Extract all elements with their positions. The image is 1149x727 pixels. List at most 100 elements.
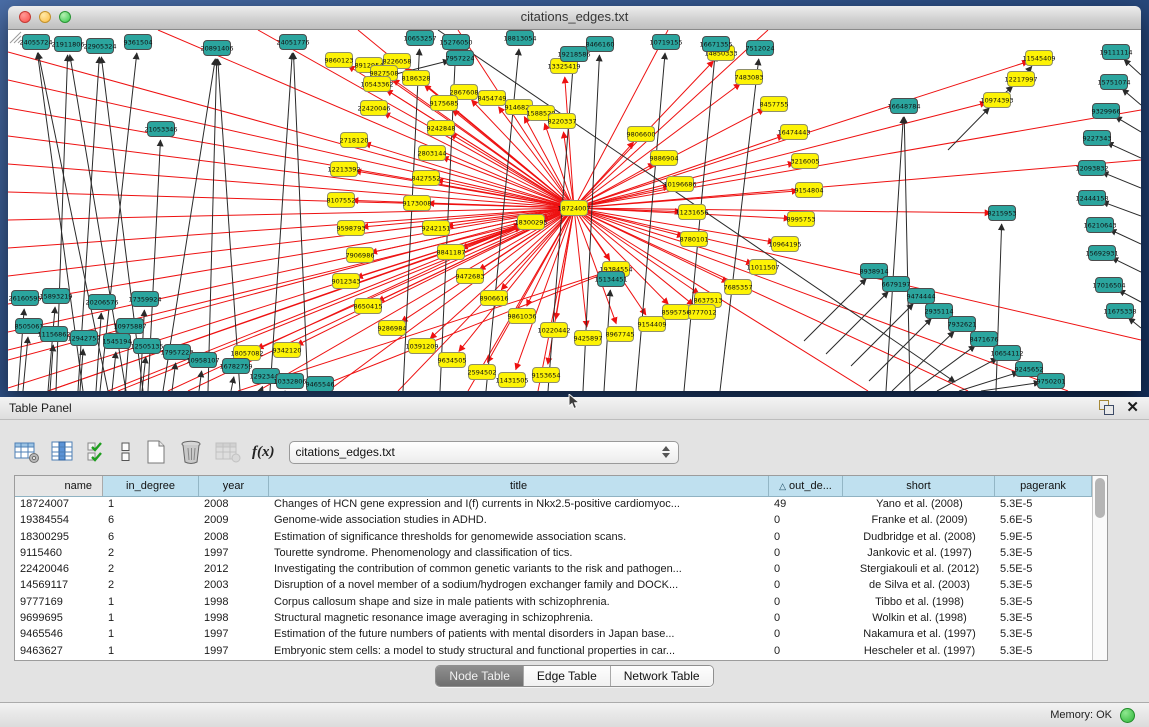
graph-node[interactable]: 24055724 <box>19 35 52 50</box>
graph-node[interactable]: 9153654 <box>532 368 561 383</box>
table-cell[interactable]: 2008 <box>199 497 269 513</box>
table-cell[interactable]: 5.3E-5 <box>995 546 1092 562</box>
new-column-icon[interactable] <box>144 439 168 465</box>
graph-node[interactable]: 8906616 <box>480 291 509 306</box>
graph-node[interactable]: 1545194 <box>103 334 132 349</box>
tab-edge-table[interactable]: Edge Table <box>524 666 611 686</box>
table-selector-dropdown[interactable]: citations_edges.txt <box>289 441 679 464</box>
tab-network-table[interactable]: Network Table <box>611 666 713 686</box>
table-row[interactable]: 1456911722003Disruption of a novel membe… <box>15 578 1092 594</box>
table-cell[interactable]: 0 <box>769 578 843 594</box>
table-cell[interactable]: Nakamura et al. (1997) <box>843 627 995 643</box>
graph-node[interactable]: 9286984 <box>378 321 407 336</box>
column-header-out_de[interactable]: △out_de... <box>769 476 843 496</box>
table-cell[interactable]: 2003 <box>199 578 269 594</box>
graph-node[interactable]: 15134451 <box>594 272 627 287</box>
graph-node[interactable]: 9425897 <box>574 331 603 346</box>
graph-node[interactable]: 8777012 <box>688 305 717 320</box>
window-titlebar[interactable]: citations_edges.txt <box>8 6 1141 30</box>
graph-node[interactable]: 7906986 <box>346 248 375 263</box>
table-row[interactable]: 977716911998Corpus callosum shape and si… <box>15 595 1092 611</box>
graph-node[interactable]: 12093832 <box>1075 161 1108 176</box>
graph-node[interactable]: 16671355 <box>699 37 732 52</box>
column-header-pagerank[interactable]: pagerank <box>995 476 1092 496</box>
function-builder-icon[interactable]: f(x) <box>252 444 275 461</box>
table-cell[interactable]: 0 <box>769 562 843 578</box>
table-cell[interactable]: 9463627 <box>15 644 103 660</box>
graph-node[interactable]: 9242848 <box>427 121 456 136</box>
table-cell[interactable]: 9699695 <box>15 611 103 627</box>
graph-node[interactable]: 16474443 <box>777 125 810 140</box>
table-cell[interactable]: 1998 <box>199 595 269 611</box>
table-cell[interactable]: 0 <box>769 627 843 643</box>
table-cell[interactable]: 14569117 <box>15 578 103 594</box>
table-cell[interactable]: 0 <box>769 546 843 562</box>
table-cell[interactable]: de Silva et al. (2003) <box>843 578 995 594</box>
graph-node[interactable]: 8967745 <box>606 327 635 342</box>
float-panel-icon[interactable] <box>1099 400 1114 415</box>
table-cell[interactable]: 5.3E-5 <box>995 578 1092 594</box>
table-cell[interactable]: Corpus callosum shape and size in male p… <box>269 595 769 611</box>
graph-node[interactable]: 15692931 <box>1085 246 1118 261</box>
graph-node[interactable]: 9227343 <box>1083 131 1112 146</box>
graph-node[interactable]: 7685357 <box>724 280 753 295</box>
graph-node[interactable]: 10653257 <box>403 31 436 46</box>
graph-node[interactable]: 8427552 <box>412 171 441 186</box>
graph-node[interactable]: 24051776 <box>276 35 309 50</box>
graph-node[interactable]: 8938914 <box>860 264 889 279</box>
graph-node[interactable]: 9598793 <box>337 221 366 236</box>
table-cell[interactable]: Changes of HCN gene expression and I(f) … <box>269 497 769 513</box>
close-panel-icon[interactable]: ✕ <box>1126 400 1139 415</box>
graph-node[interactable]: 18300295 <box>514 215 547 230</box>
graph-node[interactable]: 9154409 <box>638 317 667 332</box>
graph-node[interactable]: 11231656 <box>675 205 708 220</box>
table-cell[interactable]: 1 <box>103 611 199 627</box>
table-cell[interactable]: Tibbo et al. (1998) <box>843 595 995 611</box>
graph-node[interactable]: 18813054 <box>503 31 536 46</box>
graph-node[interactable]: 9806600 <box>627 127 656 142</box>
table-cell[interactable]: 0 <box>769 513 843 529</box>
graph-node[interactable]: 9861036 <box>508 309 537 324</box>
graph-node[interactable]: 9361504 <box>124 35 153 50</box>
column-header-in_degree[interactable]: in_degree <box>103 476 199 496</box>
graph-node[interactable]: 8107552 <box>327 193 356 208</box>
graph-node[interactable]: 8215953 <box>988 206 1017 221</box>
graph-node[interactable]: 26160595 <box>8 291 41 306</box>
table-cell[interactable]: 2 <box>103 578 199 594</box>
table-cell[interactable]: 1997 <box>199 546 269 562</box>
table-cell[interactable]: Dudbridge et al. (2008) <box>843 530 995 546</box>
graph-node[interactable]: 17016504 <box>1092 278 1125 293</box>
graph-node[interactable]: 10975887 <box>113 319 146 334</box>
table-cell[interactable]: 5.3E-5 <box>995 611 1092 627</box>
graph-node[interactable]: 11545409 <box>1022 51 1055 66</box>
graph-node[interactable]: 9242151 <box>422 221 451 236</box>
table-cell[interactable]: 5.5E-5 <box>995 562 1092 578</box>
graph-node[interactable]: 11156862 <box>37 327 70 342</box>
scrollbar-thumb[interactable] <box>1095 478 1105 518</box>
table-row[interactable]: 911546021997Tourette syndrome. Phenomeno… <box>15 546 1092 562</box>
graph-node[interactable]: 8841187 <box>437 245 466 260</box>
table-cell[interactable]: Franke et al. (2009) <box>843 513 995 529</box>
graph-node[interactable]: 8220337 <box>548 114 577 129</box>
graph-node[interactable]: 10220442 <box>537 323 570 338</box>
graph-node[interactable]: 2935114 <box>925 304 954 319</box>
table-cell[interactable]: Structural magnetic resonance image aver… <box>269 611 769 627</box>
graph-node[interactable]: 7932621 <box>948 317 977 332</box>
graph-node[interactable]: 10974393 <box>980 93 1013 108</box>
graph-node[interactable]: 7512024 <box>746 41 775 56</box>
graph-node[interactable]: 3216005 <box>791 154 820 169</box>
graph-node[interactable]: 10958107 <box>186 353 219 368</box>
graph-node[interactable]: 9329966 <box>1092 104 1121 119</box>
table-cell[interactable]: 5.3E-5 <box>995 627 1092 643</box>
table-cell[interactable]: 6 <box>103 513 199 529</box>
graph-node[interactable]: 8780101 <box>680 232 709 247</box>
table-cell[interactable]: 9465546 <box>15 627 103 643</box>
graph-node[interactable]: 8471676 <box>970 332 999 347</box>
table-cell[interactable]: 9115460 <box>15 546 103 562</box>
graph-node[interactable]: 16210643 <box>1083 218 1116 233</box>
table-cell[interactable]: 5.3E-5 <box>995 497 1092 513</box>
table-cell[interactable]: 0 <box>769 611 843 627</box>
graph-node[interactable]: 9474444 <box>907 289 936 304</box>
graph-node[interactable]: 8595756 <box>662 305 691 320</box>
graph-node[interactable]: 12505135 <box>130 339 163 354</box>
